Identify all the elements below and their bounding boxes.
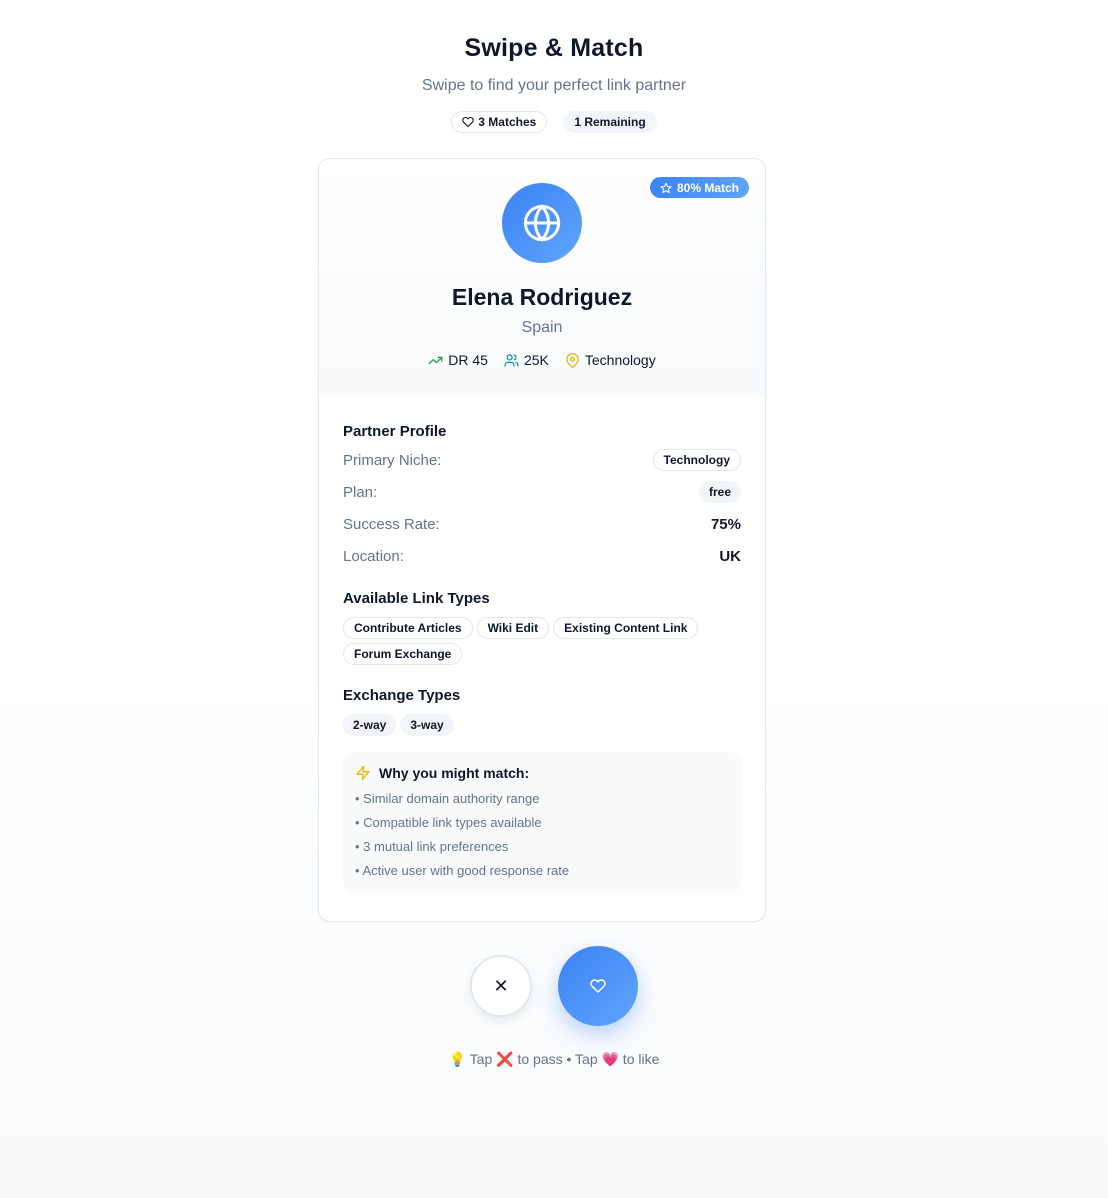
heart-icon bbox=[590, 979, 606, 993]
list-item: • Similar domain authority range bbox=[355, 791, 540, 806]
row-label: Primary Niche: bbox=[343, 451, 442, 469]
success-rate-value: 75% bbox=[710, 515, 741, 533]
lightning-icon bbox=[356, 765, 370, 781]
row-primary-niche: Primary Niche: Technology bbox=[343, 448, 741, 472]
row-plan: Plan: free bbox=[343, 480, 741, 504]
link-type-tag: Forum Exchange bbox=[343, 643, 463, 665]
location-value: UK bbox=[719, 547, 741, 565]
row-success-rate: Success Rate: 75% bbox=[343, 512, 741, 536]
partner-profile-title: Partner Profile bbox=[343, 423, 447, 440]
primary-niche-badge: Technology bbox=[652, 449, 741, 471]
page-subtitle: Swipe to find your perfect link partner bbox=[421, 77, 687, 94]
why-match-header: Why you might match: bbox=[355, 765, 729, 781]
row-location: Location: UK bbox=[343, 544, 741, 568]
match-score-badge: 80% Match bbox=[649, 177, 749, 198]
page-title: Swipe & Match bbox=[464, 34, 644, 62]
stat-niche: Technology bbox=[565, 352, 656, 368]
why-match-title: Why you might match: bbox=[379, 765, 530, 781]
remaining-count: 1 Remaining bbox=[574, 115, 646, 129]
matches-count: 3 Matches bbox=[478, 115, 537, 129]
status-pills: 3 Matches 1 Remaining bbox=[0, 111, 1108, 133]
link-type-tag: Contribute Articles bbox=[343, 617, 473, 639]
exchange-types-list: 2-way 3-way bbox=[343, 714, 703, 736]
remaining-badge: 1 Remaining bbox=[563, 111, 657, 133]
exchange-type-tag: 2-way bbox=[343, 714, 397, 736]
stat-domain-rating: DR 45 bbox=[428, 352, 488, 368]
row-label: Success Rate: bbox=[343, 515, 440, 533]
stat-niche-value: Technology bbox=[584, 352, 656, 368]
plan-badge: free bbox=[698, 481, 741, 503]
page-header: Swipe & Match Swipe to find your perfect… bbox=[0, 0, 1108, 133]
link-types-title: Available Link Types bbox=[343, 590, 490, 607]
link-type-tag: Wiki Edit bbox=[476, 617, 550, 639]
list-item: • Active user with good response rate bbox=[355, 863, 570, 878]
trending-up-icon bbox=[428, 356, 443, 364]
avatar bbox=[502, 183, 582, 263]
exchange-types-title: Exchange Types bbox=[343, 687, 461, 704]
users-icon bbox=[504, 353, 519, 367]
close-icon: ✕ bbox=[493, 975, 509, 996]
heart-icon bbox=[462, 116, 475, 128]
list-item: • Compatible link types available bbox=[355, 815, 542, 830]
swipe-actions: ✕ bbox=[0, 946, 1108, 1026]
star-icon bbox=[660, 182, 672, 193]
why-match-reasons: • Similar domain authority range • Compa… bbox=[355, 787, 729, 883]
matches-badge: 3 Matches bbox=[451, 111, 548, 133]
stat-traffic: 25K bbox=[504, 352, 549, 368]
partner-name: Elena Rodriguez bbox=[451, 284, 633, 310]
link-type-tag: Existing Content Link bbox=[553, 617, 699, 639]
partner-country: Spain bbox=[521, 319, 563, 336]
link-types-list: Contribute Articles Wiki Edit Existing C… bbox=[343, 617, 703, 665]
row-label: Location: bbox=[343, 547, 404, 565]
swipe-hint: 💡 Tap ❌ to pass • Tap 💗 to like bbox=[448, 1051, 660, 1067]
match-score-label: 80% Match bbox=[676, 180, 739, 195]
profile-card-body: Partner Profile Primary Niche: Technolog… bbox=[319, 396, 765, 893]
exchange-type-tag: 3-way bbox=[400, 714, 454, 736]
stat-dr-value: DR 45 bbox=[448, 352, 488, 368]
partner-stats: DR 45 25K Technology bbox=[319, 352, 765, 368]
swipe-match-page: Swipe & Match Swipe to find your perfect… bbox=[0, 0, 1108, 1198]
like-button[interactable] bbox=[558, 946, 638, 1026]
stat-traffic-value: 25K bbox=[523, 352, 549, 368]
why-match-panel: Why you might match: • Similar domain au… bbox=[343, 752, 741, 893]
list-item: • 3 mutual link preferences bbox=[355, 839, 509, 854]
profile-card[interactable]: 80% Match Elena Rodriguez Spain DR 45 25… bbox=[318, 158, 766, 922]
globe-icon bbox=[523, 204, 561, 242]
pass-button[interactable]: ✕ bbox=[470, 955, 532, 1017]
profile-card-header: 80% Match Elena Rodriguez Spain DR 45 25… bbox=[319, 159, 765, 396]
map-pin-icon bbox=[566, 352, 579, 368]
row-label: Plan: bbox=[343, 483, 378, 501]
